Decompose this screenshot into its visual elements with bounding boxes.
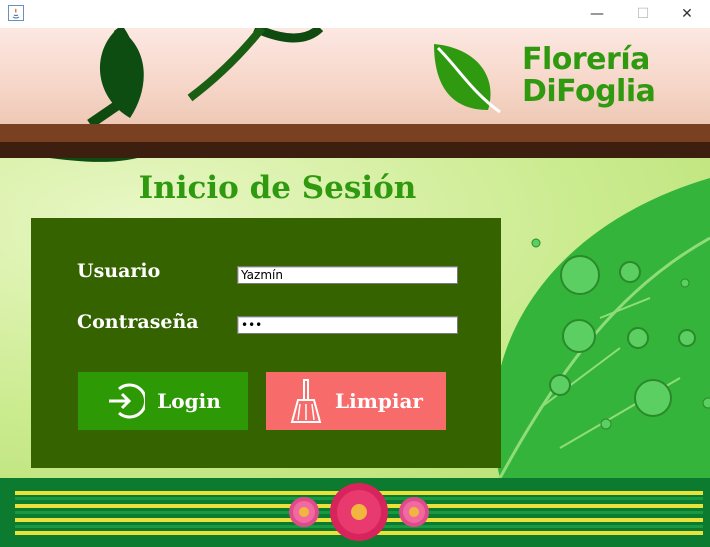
password-field[interactable] — [237, 316, 458, 334]
login-button[interactable]: Login — [78, 372, 248, 430]
brand-name-line2: DiFoglia — [522, 74, 656, 109]
leaf-logo-icon — [434, 44, 501, 114]
login-button-label: Login — [157, 389, 221, 413]
login-icon — [109, 383, 146, 419]
broom-icon — [290, 379, 322, 423]
minimize-button[interactable]: — — [574, 0, 620, 28]
username-label: Usuario — [77, 260, 161, 282]
login-panel — [31, 218, 501, 468]
brand-name-line1: Florería — [522, 42, 650, 77]
close-button[interactable]: ✕ — [664, 0, 710, 28]
password-label: Contraseña — [77, 311, 199, 333]
clear-button[interactable]: Limpiar — [266, 372, 446, 430]
login-title: Inicio de Sesión — [138, 170, 417, 206]
java-app-icon — [8, 5, 24, 21]
clear-button-label: Limpiar — [335, 389, 423, 413]
flowers-decoration — [289, 483, 429, 541]
header-dark-band — [0, 142, 710, 158]
maximize-button[interactable]: ☐ — [620, 0, 666, 28]
header-banner: Florería DiFoglia — [0, 28, 710, 124]
window-titlebar: — ☐ ✕ — [0, 0, 710, 28]
header-brown-band — [0, 124, 710, 142]
footer-band — [0, 478, 710, 547]
username-field[interactable] — [237, 266, 458, 284]
